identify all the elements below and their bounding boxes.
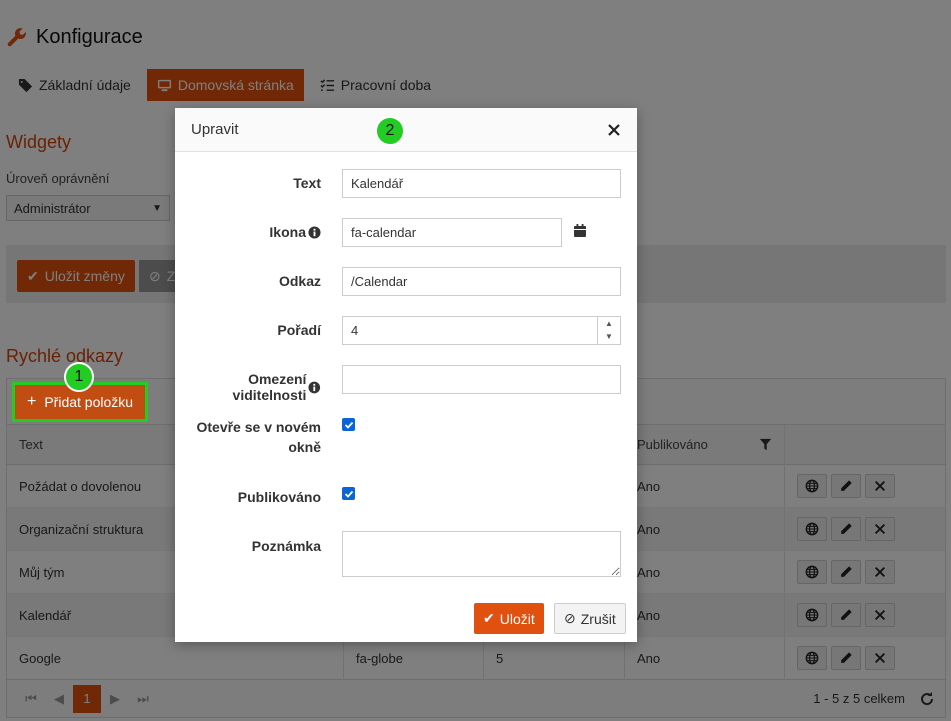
checkmark-icon [344, 490, 353, 498]
dialog-cancel-button[interactable]: ⊘ Zrušit [554, 603, 626, 634]
dialog-save-label: Uložit [499, 610, 535, 627]
published-checkbox[interactable] [342, 487, 355, 500]
text-label: Text [293, 175, 321, 191]
info-icon[interactable] [308, 225, 321, 239]
step-marker-1: 1 [64, 362, 94, 392]
new-window-checkbox[interactable] [342, 418, 355, 431]
ban-icon: ⊘ [564, 610, 576, 626]
info-icon[interactable] [308, 381, 321, 394]
visibility-label: Omezení viditelnosti [175, 371, 321, 403]
checkmark-icon [344, 421, 353, 429]
edit-dialog: Upravit Text Ikona Odkaz Pořadí ▲ ▼ Omez… [175, 108, 637, 642]
plus-icon: + [27, 393, 37, 410]
published-label: Publikováno [237, 489, 321, 505]
text-input[interactable] [342, 169, 621, 198]
check-icon: ✔ [483, 610, 495, 626]
visibility-label-text: Omezení viditelnosti [232, 371, 307, 403]
icon-label-text: Ikona [269, 224, 306, 240]
stepper-down-icon[interactable]: ▼ [605, 333, 613, 341]
dialog-cancel-label: Zrušit [580, 610, 616, 627]
dialog-header: Upravit [175, 108, 637, 152]
order-input[interactable] [342, 316, 621, 345]
new-window-label-line1: Otevře se v novém [196, 419, 321, 435]
new-window-label: Otevře se v novém okně [196, 420, 321, 454]
new-window-label-line2: okně [288, 439, 321, 455]
icon-label: Ikona [269, 224, 321, 240]
order-label: Pořadí [277, 322, 321, 338]
stepper-up-icon[interactable]: ▲ [605, 319, 613, 328]
note-label: Poznámka [251, 538, 321, 554]
note-textarea[interactable] [342, 531, 621, 577]
close-icon[interactable] [607, 123, 621, 137]
dialog-save-button[interactable]: ✔ Uložit [474, 603, 544, 634]
link-label: Odkaz [278, 273, 321, 289]
link-input[interactable] [342, 267, 621, 296]
step-marker-2: 2 [375, 116, 405, 146]
add-item-label: Přidat položku [44, 394, 134, 410]
order-stepper[interactable]: ▲ ▼ [597, 317, 620, 344]
dialog-title: Upravit [191, 121, 239, 138]
icon-input[interactable] [342, 218, 562, 247]
visibility-input[interactable] [342, 365, 621, 394]
calendar-icon[interactable] [572, 223, 588, 239]
